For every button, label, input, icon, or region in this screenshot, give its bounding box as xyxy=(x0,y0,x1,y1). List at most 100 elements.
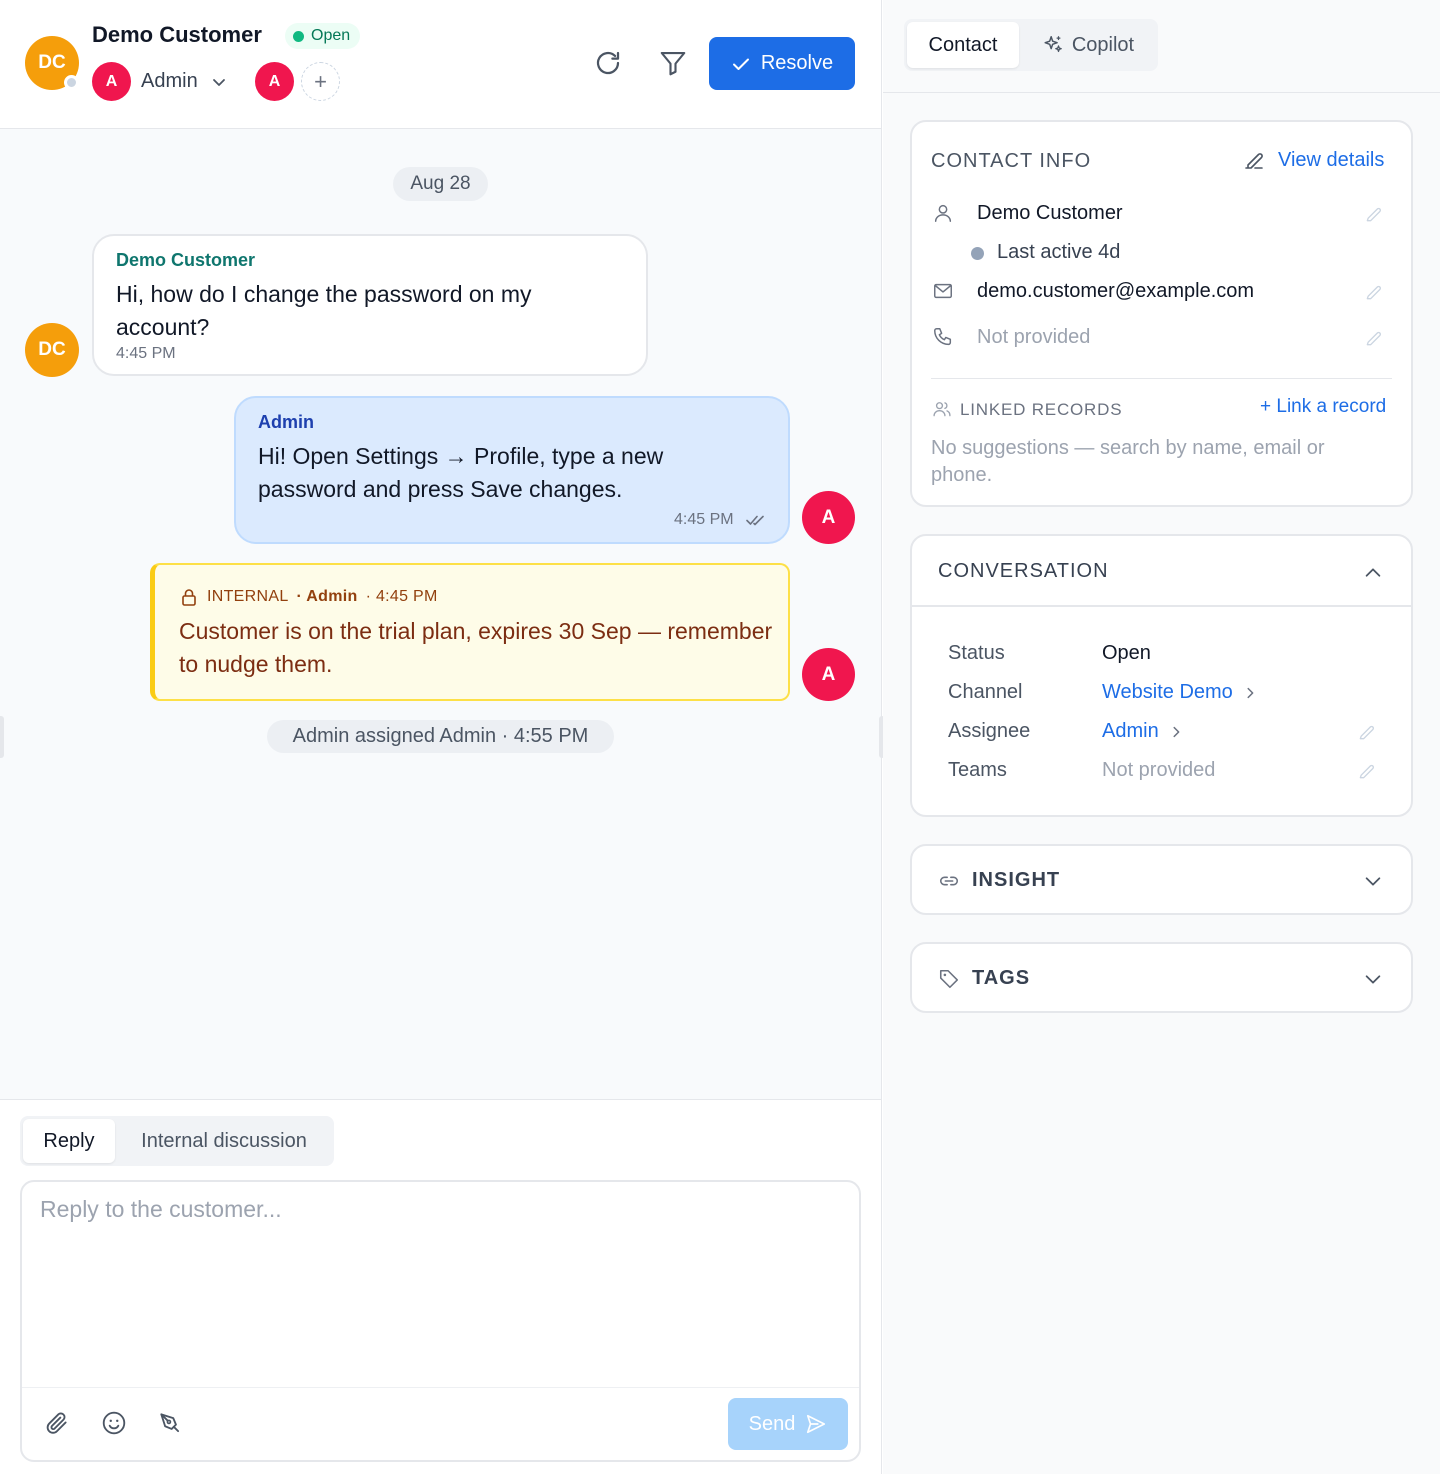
tab-internal-discussion[interactable]: Internal discussion xyxy=(117,1119,331,1163)
view-details-link[interactable]: View details xyxy=(1242,148,1384,172)
insight-title: INSIGHT xyxy=(972,869,1061,891)
customer-avatar-initials: DC xyxy=(38,52,66,73)
last-active-dot xyxy=(971,247,984,260)
tab-copilot[interactable]: Copilot xyxy=(1021,22,1155,68)
phone-icon xyxy=(931,325,955,349)
channel-value-label: Website Demo xyxy=(1102,681,1233,703)
activity-event: Admin assigned Admin · 4:55 PM xyxy=(267,720,614,753)
lock-icon xyxy=(179,587,199,607)
customer-name[interactable]: Demo Customer xyxy=(92,22,262,48)
internal-note-meta: INTERNAL · Admin · 4:45 PM xyxy=(179,587,438,607)
assignee-value-label: Admin xyxy=(1102,720,1159,742)
check-icon xyxy=(731,54,751,74)
internal-note: INTERNAL · Admin · 4:45 PM Customer is o… xyxy=(150,563,790,701)
contact-sidebar: Contact Copilot CONTACT INFO View detail… xyxy=(883,0,1440,1474)
chevron-right-icon xyxy=(1169,725,1183,739)
tags-title: TAGS xyxy=(972,967,1031,989)
refresh-icon[interactable] xyxy=(590,45,626,81)
linked-records-title: LINKED RECORDS xyxy=(960,400,1123,419)
add-participant-button[interactable]: + xyxy=(301,62,340,101)
assignee-dropdown[interactable]: Admin xyxy=(141,70,198,93)
composer-tabs: Reply Internal discussion xyxy=(20,1116,334,1166)
composer-area: Reply Internal discussion Send xyxy=(0,1099,881,1474)
participant-avatar[interactable]: A xyxy=(255,62,294,101)
pencil-icon[interactable] xyxy=(1363,203,1385,225)
message-time: 4:45 PM xyxy=(116,345,176,362)
status-badge-label: Open xyxy=(311,27,351,44)
last-active: Last active 4d xyxy=(997,241,1121,263)
date-divider: Aug 28 xyxy=(393,167,488,201)
conversation-header: DC Demo Customer Open A Admin A + Resolv… xyxy=(0,0,881,129)
message-time: 4:45 PM xyxy=(674,511,734,528)
message-avatar-initial: A xyxy=(821,506,836,528)
internal-note-time: · 4:45 PM xyxy=(365,588,438,605)
pencil-icon[interactable] xyxy=(1363,281,1385,303)
chevron-down-icon[interactable] xyxy=(1362,870,1384,892)
paperclip-icon[interactable] xyxy=(42,1408,72,1438)
message-avatar-customer[interactable]: DC xyxy=(25,323,79,377)
status-value[interactable]: Open xyxy=(1102,642,1151,665)
chevron-down-icon[interactable] xyxy=(211,74,227,90)
message-avatar-initials: DC xyxy=(38,339,66,360)
contact-info-title: CONTACT INFO xyxy=(931,150,1092,172)
contact-name[interactable]: Demo Customer xyxy=(977,202,1123,225)
reply-composer: Send xyxy=(20,1180,861,1462)
link-record-button[interactable]: + Link a record xyxy=(1260,396,1386,418)
message-text: Hi, how do I change the password on my a… xyxy=(116,281,532,340)
tab-reply[interactable]: Reply xyxy=(23,1119,115,1163)
status-badge: Open xyxy=(285,23,361,49)
teams-value[interactable]: Not provided xyxy=(1102,759,1215,782)
plus-icon: + xyxy=(314,68,327,94)
assignee-avatar[interactable]: A xyxy=(92,62,131,101)
message-sender: Admin xyxy=(258,412,314,432)
internal-note-text: Customer is on the trial plan, expires 3… xyxy=(179,618,773,677)
resolve-button[interactable]: Resolve xyxy=(709,37,855,90)
internal-note-label: INTERNAL xyxy=(207,588,289,605)
emoji-icon[interactable] xyxy=(99,1408,129,1438)
send-button-label: Send xyxy=(748,1412,796,1435)
chevron-right-icon xyxy=(1243,686,1257,700)
signature-pen-icon[interactable] xyxy=(155,1408,185,1438)
status-dot xyxy=(293,30,304,42)
send-button[interactable]: Send xyxy=(728,1398,848,1450)
users-icon xyxy=(930,397,954,421)
insight-card[interactable]: INSIGHT xyxy=(910,844,1413,915)
double-check-icon xyxy=(746,512,766,528)
composer-divider xyxy=(22,1387,859,1388)
section-divider xyxy=(931,378,1392,379)
assignee-key: Assignee xyxy=(948,720,1031,742)
tags-card[interactable]: TAGS xyxy=(910,942,1413,1013)
mail-icon xyxy=(931,279,955,303)
tag-icon xyxy=(938,968,960,990)
note-avatar-admin[interactable]: A xyxy=(802,648,855,701)
pane-resize-handle-left[interactable] xyxy=(0,716,4,758)
filter-icon[interactable] xyxy=(655,45,691,81)
contact-phone[interactable]: Not provided xyxy=(977,326,1090,349)
user-icon xyxy=(931,201,955,225)
pencil-icon xyxy=(1242,148,1266,172)
view-details-label: View details xyxy=(1278,148,1385,171)
chevron-up-icon[interactable] xyxy=(1362,562,1384,584)
message-avatar-admin[interactable]: A xyxy=(802,491,855,544)
tab-contact[interactable]: Contact xyxy=(907,22,1019,68)
link-icon xyxy=(938,870,960,892)
tab-copilot-label: Copilot xyxy=(1071,33,1135,56)
note-avatar-initial: A xyxy=(821,663,836,685)
send-icon xyxy=(805,1413,827,1435)
conversation-title[interactable]: CONVERSATION xyxy=(938,560,1109,583)
linked-records-empty: No suggestions — search by name, email o… xyxy=(931,437,1325,486)
conversation-card: CONVERSATION Status Open Channel Website… xyxy=(910,534,1413,817)
message-sender: Demo Customer xyxy=(116,250,256,270)
message-text: Hi! Open Settings → Profile, type a new … xyxy=(258,443,664,502)
pencil-icon[interactable] xyxy=(1356,760,1378,782)
reply-input[interactable] xyxy=(40,1196,840,1376)
contact-info-card: CONTACT INFO View details Demo Customer … xyxy=(910,120,1413,507)
assignee-value[interactable]: Admin xyxy=(1102,720,1183,743)
sidebar-tabs-bar: Contact Copilot xyxy=(883,0,1440,93)
contact-email[interactable]: demo.customer@example.com xyxy=(977,280,1254,303)
channel-value[interactable]: Website Demo xyxy=(1102,681,1257,704)
chevron-down-icon[interactable] xyxy=(1362,968,1384,990)
pencil-icon[interactable] xyxy=(1356,721,1378,743)
message-bubble-admin: Admin Hi! Open Settings → Profile, type … xyxy=(234,396,790,544)
pencil-icon[interactable] xyxy=(1363,327,1385,349)
